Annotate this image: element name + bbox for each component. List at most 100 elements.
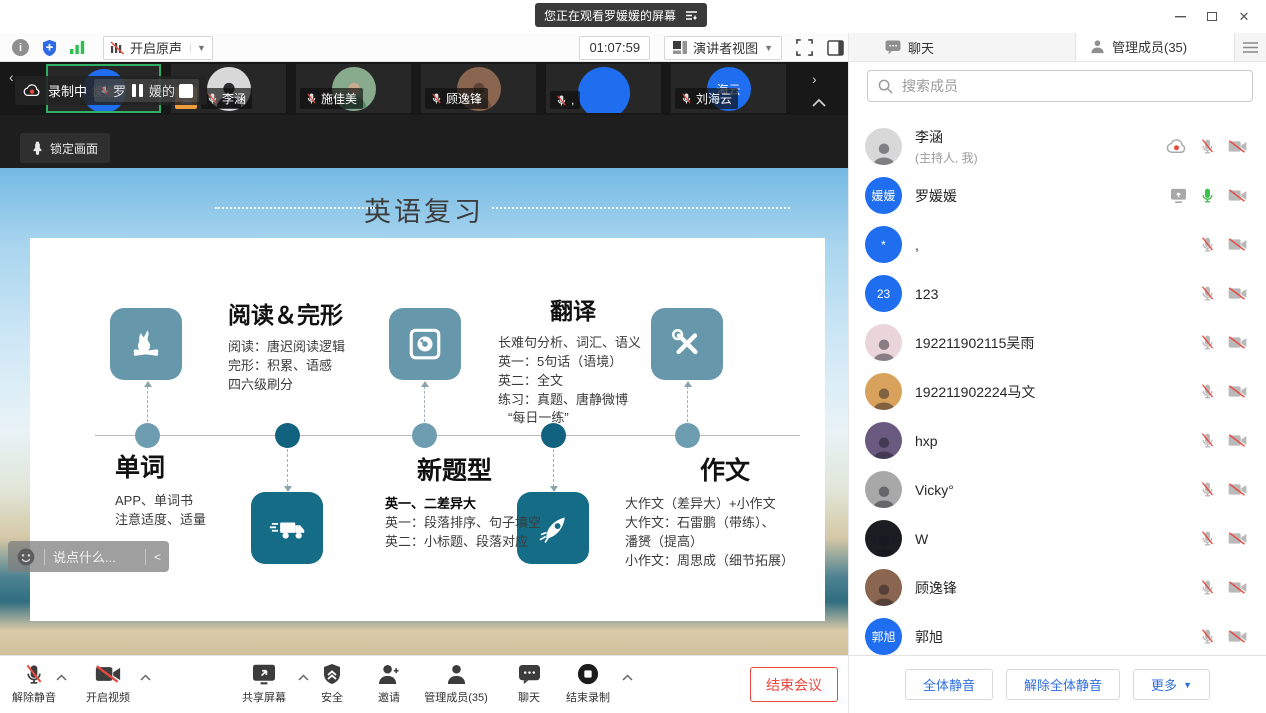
member-row[interactable]: Vicky° [849,465,1266,514]
invite-person-icon [378,662,401,686]
strip-collapse-icon[interactable] [812,98,826,107]
member-name: W [915,531,1200,547]
watching-banner: 您正在观看罗媛媛的屏幕 [535,3,707,27]
unmute-all-button[interactable]: 解除全体静音 [1006,669,1120,700]
chat-button[interactable]: 聊天 [497,662,561,705]
mic-muted-icon[interactable] [1200,383,1215,400]
original-sound-control[interactable]: 开启原声 ▼ [103,36,213,60]
mic-muted-icon[interactable] [1200,432,1215,449]
search-input[interactable] [900,77,1242,95]
manage-members-button[interactable]: 管理成员(35) [416,662,496,705]
maximize-button[interactable] [1196,4,1228,29]
camera-off-icon[interactable] [1228,286,1247,301]
security-shield-icon[interactable] [41,39,58,57]
mic-muted-icon[interactable] [1200,334,1215,351]
camera-off-icon[interactable] [1228,531,1247,546]
side-panel-toggle-icon[interactable] [827,40,844,56]
camera-off-icon[interactable] [1228,335,1247,350]
member-row[interactable]: * , [849,220,1266,269]
tile-participant[interactable]: 施佳美 [296,64,411,113]
slide-topic: 作文 大作文（差异大）+小作文大作文：石雷鹏（带练）、潘赟（提高）小作文：周思成… [625,451,825,570]
sidebar-menu-icon[interactable] [1234,33,1266,61]
audio-options-chevron[interactable] [56,674,67,681]
strip-scroll-left-icon[interactable]: ‹ [9,70,14,84]
member-row[interactable]: 23 123 [849,269,1266,318]
security-button[interactable]: 安全 [300,662,364,705]
close-button[interactable]: ✕ [1228,4,1260,29]
avatar [865,569,902,606]
share-screen-icon [251,662,277,686]
video-options-chevron[interactable] [140,674,151,681]
member-search-box[interactable] [867,70,1253,102]
camera-off-icon[interactable] [1228,139,1247,154]
camera-off-icon[interactable] [1228,188,1247,203]
more-button[interactable]: 更多 ▼ [1133,669,1210,700]
members-person-icon [446,662,467,686]
stop-recording-label: 结束录制 [566,689,610,705]
mic-muted-icon[interactable] [1200,138,1215,155]
member-row[interactable]: 192211902224马文 [849,367,1266,416]
member-row[interactable]: 顾逸锋 [849,563,1266,612]
member-row[interactable]: hxp [849,416,1266,465]
mic-muted-icon[interactable] [1200,236,1215,253]
avatar [865,520,902,557]
tile-participant[interactable]: , [546,64,661,113]
tab-manage-members[interactable]: 管理成员(35) [1075,33,1234,61]
member-row[interactable]: W [849,514,1266,563]
fullscreen-icon[interactable] [796,39,813,56]
record-options-chevron[interactable] [622,674,633,681]
end-meeting-button[interactable]: 结束会议 [750,667,838,702]
layout-view-icon [673,41,687,54]
meeting-info-icon[interactable]: i [12,39,29,56]
tab-chat[interactable]: 聊天 [849,33,1075,61]
quick-chat-placeholder[interactable]: 说点什么... [53,547,137,566]
mic-muted-icon[interactable] [1200,579,1215,596]
recording-label: 录制中 [48,81,87,100]
stop-recording-button[interactable] [179,84,193,98]
strip-scroll-right-icon[interactable]: › [812,72,817,86]
emoji-icon[interactable] [16,547,36,567]
member-row[interactable]: 郭旭 郭旭 [849,612,1266,655]
quick-chat-bar[interactable]: 说点什么... < [8,541,169,572]
member-row[interactable]: 媛媛 罗媛媛 [849,171,1266,220]
stop-recording-button[interactable]: 结束录制 [556,662,620,705]
camera-off-icon[interactable] [1228,237,1247,252]
camera-off-icon[interactable] [1228,482,1247,497]
original-sound-dropdown[interactable]: ▼ [190,43,212,53]
person-silhouette-icon [870,336,898,361]
camera-off-icon[interactable] [1228,629,1247,644]
timeline-node [275,423,300,448]
mic-muted-icon[interactable] [1200,285,1215,302]
chat-bubble-icon [885,40,901,54]
network-signal-icon[interactable] [70,41,85,54]
mute-all-button[interactable]: 全体静音 [905,669,993,700]
members-footer: 全体静音 解除全体静音 更多 ▼ [848,655,1266,713]
mic-muted-icon[interactable] [1200,530,1215,547]
quick-chat-collapse-icon[interactable]: < [154,550,161,564]
mic-muted-icon[interactable] [1200,628,1215,645]
share-screen-button[interactable]: 共享屏幕 [232,662,296,705]
pause-recording-button[interactable] [130,84,145,97]
minimize-button[interactable] [1164,4,1196,29]
tab-members-label: 管理成员(35) [1112,37,1187,56]
banner-menu-icon[interactable] [685,10,698,21]
camera-off-icon[interactable] [1228,433,1247,448]
member-row[interactable]: 李涵 (主持人, 我) [849,122,1266,171]
camera-off-icon[interactable] [1228,580,1247,595]
title-dotted-line [492,207,790,209]
invite-button[interactable]: 邀请 [357,662,421,705]
tile-participant[interactable]: 顾逸锋 [421,64,536,113]
campfire-icon [110,308,182,380]
mic-muted-icon[interactable] [1200,481,1215,498]
topic-title: 阅读＆完形 [228,296,418,330]
avatar-text: 媛媛 [871,187,895,204]
view-mode-selector[interactable]: 演讲者视图 ▼ [664,36,782,60]
video-thumbnail-strip: ‹ 媛媛 李涵 [0,62,848,115]
unmute-button[interactable]: 解除静音 [2,662,66,705]
tile-participant[interactable]: 海云 刘海云 [671,64,786,113]
mic-on-icon[interactable] [1200,187,1215,204]
member-row[interactable]: 192211902115吴雨 [849,318,1266,367]
camera-off-icon[interactable] [1228,384,1247,399]
lock-view-button[interactable]: 锁定画面 [20,133,110,163]
start-video-button[interactable]: 开启视频 [76,662,140,705]
